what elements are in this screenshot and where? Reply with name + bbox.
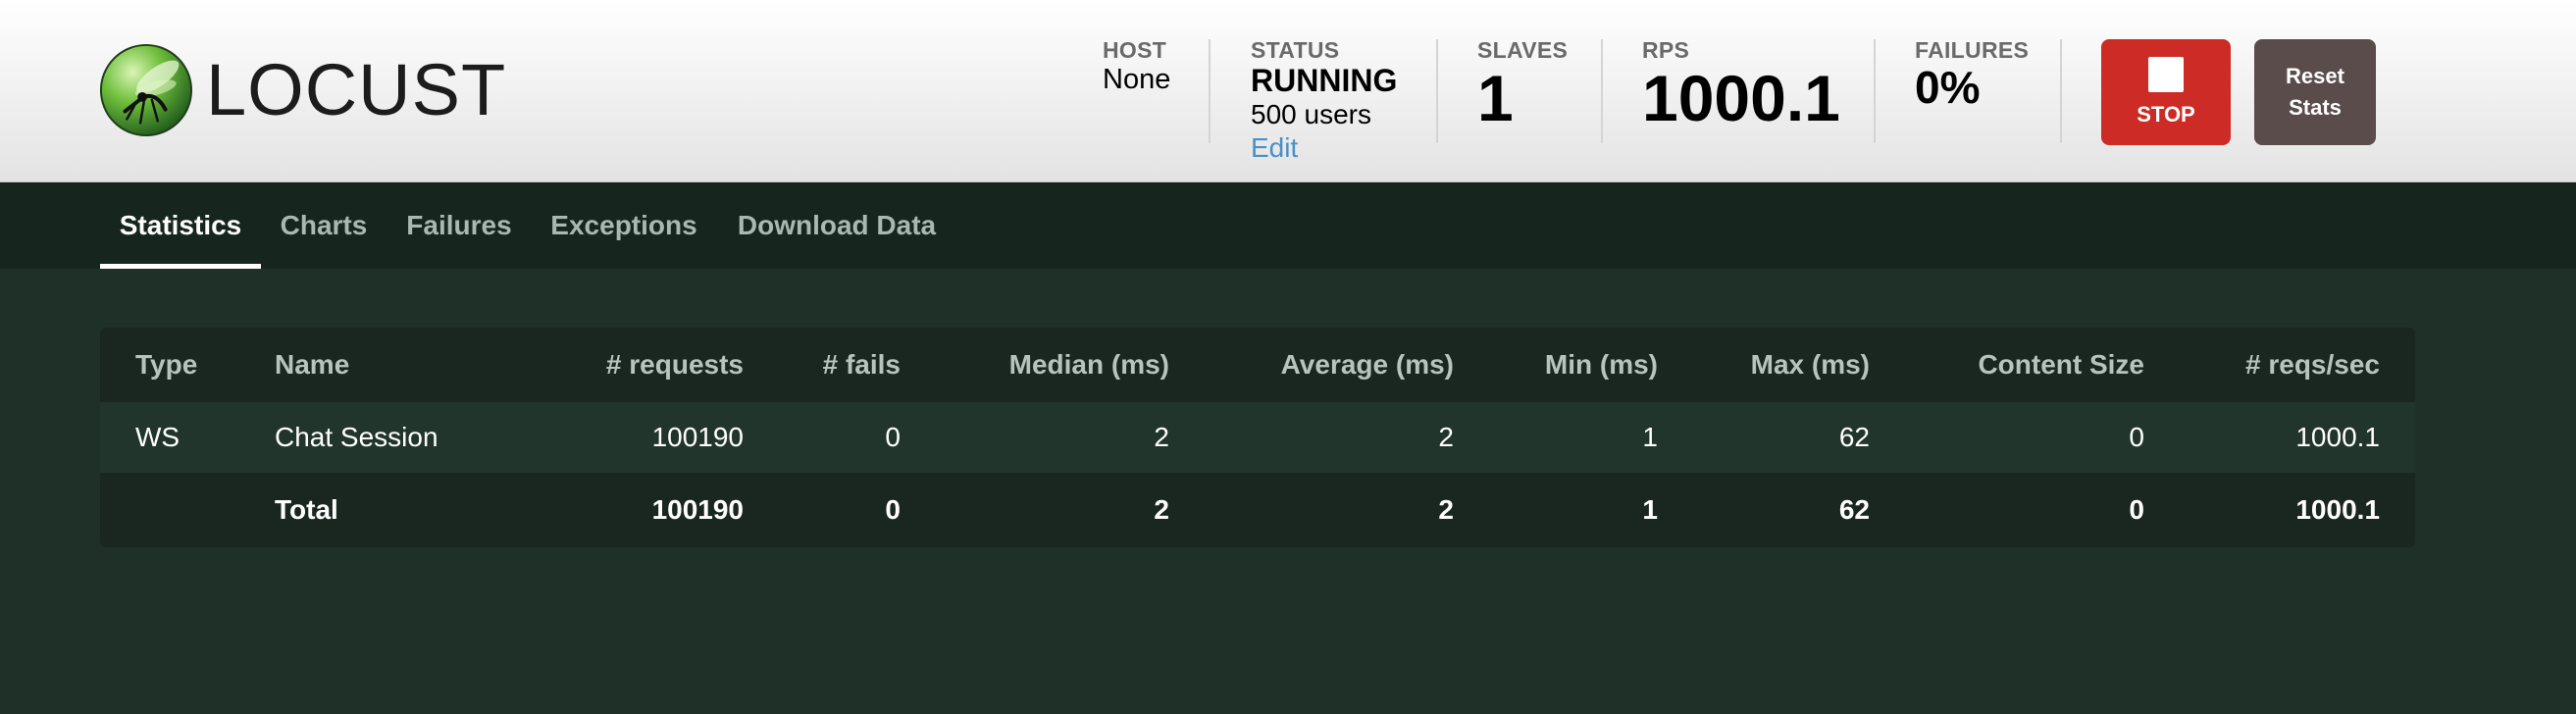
host-stat: HOST None (1103, 37, 1170, 96)
slaves-value: 1 (1477, 62, 1514, 134)
reset-stats-label: Reset Stats (2286, 64, 2344, 120)
cell-name: Chat Session (275, 422, 438, 452)
failures-stat: FAILURES 0% (1915, 37, 2029, 112)
locust-logo-icon (99, 43, 193, 137)
cell-requests: 100190 (651, 422, 744, 452)
main-nav: Statistics Charts Failures Exceptions Do… (0, 182, 2576, 269)
column-header-content-size[interactable]: Content Size (1889, 328, 2144, 402)
cell-reqs-per-sec: 1000.1 (2295, 422, 2380, 452)
total-average: 2 (1438, 494, 1454, 525)
cell-average: 2 (1438, 422, 1454, 452)
header-bar: LOCUST HOST None STATUS RUNNING 500 user… (0, 0, 2576, 182)
total-min: 1 (1642, 494, 1658, 525)
tab-statistics[interactable]: Statistics (100, 182, 261, 269)
failures-value: 0% (1915, 62, 1981, 113)
edit-users-link[interactable]: Edit (1251, 131, 1397, 165)
tab-exceptions[interactable]: Exceptions (541, 182, 706, 269)
header-divider (1209, 39, 1211, 143)
total-reqs-per-sec: 1000.1 (2295, 494, 2380, 525)
host-value: None (1103, 64, 1171, 95)
stop-button[interactable]: STOP (2101, 39, 2231, 145)
total-name: Total (275, 494, 338, 525)
header-divider (1436, 39, 1438, 143)
host-label: HOST (1103, 37, 1167, 63)
column-header-type[interactable]: Type (135, 328, 197, 402)
user-count: 500 users (1251, 99, 1371, 129)
slaves-label: SLAVES (1477, 37, 1569, 63)
header-divider (1874, 39, 1876, 143)
column-header-max[interactable]: Max (ms) (1679, 328, 1870, 402)
rps-stat: RPS 1000.1 (1642, 37, 1840, 133)
tab-failures[interactable]: Failures (396, 182, 522, 269)
stop-label: STOP (2137, 102, 2195, 127)
reset-stats-button[interactable]: Reset Stats (2254, 39, 2376, 145)
table-header-row: Type Name # requests # fails Median (ms)… (100, 328, 2415, 402)
rps-label: RPS (1642, 37, 1690, 63)
column-header-requests[interactable]: # requests (512, 328, 744, 402)
cell-max: 62 (1838, 422, 1870, 452)
stop-icon (2148, 57, 2184, 92)
cell-content-size: 0 (2129, 422, 2144, 452)
total-median: 2 (1154, 494, 1169, 525)
total-content-size: 0 (2129, 494, 2144, 525)
table-row: WS Chat Session 100190 0 2 2 1 62 0 1000… (100, 402, 2415, 473)
column-header-average[interactable]: Average (ms) (1189, 328, 1454, 402)
failures-label: FAILURES (1915, 37, 2030, 63)
column-header-fails[interactable]: # fails (767, 328, 901, 402)
status-label: STATUS (1251, 37, 1340, 63)
slaves-stat: SLAVES 1 (1477, 37, 1568, 133)
locust-logo[interactable]: LOCUST (98, 41, 510, 139)
column-header-median[interactable]: Median (ms) (924, 328, 1169, 402)
cell-type: WS (135, 422, 180, 452)
column-header-name[interactable]: Name (275, 328, 349, 402)
stats-table: Type Name # requests # fails Median (ms)… (100, 328, 2415, 547)
status-value: RUNNING (1251, 63, 1398, 98)
table-total-row: Total 100190 0 2 2 1 62 0 1000.1 (100, 473, 2415, 547)
column-header-reqs-per-sec[interactable]: # reqs/sec (2164, 328, 2380, 402)
header-divider (2060, 39, 2062, 143)
logo-text: LOCUST (206, 49, 507, 130)
header-divider (1601, 39, 1603, 143)
cell-median: 2 (1154, 422, 1169, 452)
cell-fails: 0 (885, 422, 901, 452)
tab-charts[interactable]: Charts (271, 182, 377, 269)
total-max: 62 (1838, 494, 1870, 525)
total-requests: 100190 (651, 494, 744, 525)
cell-min: 1 (1642, 422, 1658, 452)
status-stat: STATUS RUNNING 500 users Edit (1251, 37, 1397, 165)
rps-value: 1000.1 (1642, 62, 1840, 134)
total-fails: 0 (885, 494, 901, 525)
column-header-min[interactable]: Min (ms) (1473, 328, 1658, 402)
tab-download-data[interactable]: Download Data (726, 182, 948, 269)
